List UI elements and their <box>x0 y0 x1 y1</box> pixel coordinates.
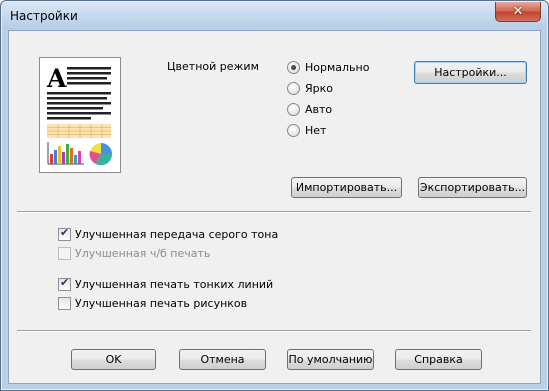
option-bw-print: Улучшенная ч/б печать <box>58 247 210 260</box>
radio-none-indicator[interactable] <box>287 124 300 137</box>
color-settings-button[interactable]: Настройки... <box>414 61 527 84</box>
import-button[interactable]: Импортировать... <box>291 177 402 198</box>
radio-vivid[interactable]: Ярко <box>287 82 333 95</box>
cancel-button[interactable]: Отмена <box>179 349 266 370</box>
svg-text:A: A <box>46 64 67 93</box>
color-mode-label: Цветной режим <box>167 60 259 73</box>
color-preview-image: A <box>39 57 121 173</box>
close-button[interactable]: ✕ <box>495 2 541 22</box>
title-bar[interactable]: Настройки ✕ <box>2 2 547 30</box>
separator-bottom <box>17 330 531 332</box>
radio-auto-indicator[interactable] <box>287 103 300 116</box>
separator-top <box>17 211 531 213</box>
option-thin-lines[interactable]: Улучшенная печать тонких линий <box>58 276 274 291</box>
settings-dialog: Настройки ✕ A Цветной режим Нормально Яр… <box>0 0 549 391</box>
close-icon: ✕ <box>512 4 524 19</box>
option-pictures[interactable]: Улучшенная печать рисунков <box>58 297 247 310</box>
help-button[interactable]: Справка <box>395 349 482 370</box>
radio-auto[interactable]: Авто <box>287 103 332 116</box>
export-button[interactable]: Экспортировать... <box>418 177 527 198</box>
default-button[interactable]: По умолчанию <box>287 349 374 370</box>
option-thin-lines-label: Улучшенная печать тонких линий <box>75 278 274 291</box>
document-preview-icon: A <box>46 64 113 166</box>
option-thin-lines-checkbox[interactable] <box>58 276 71 291</box>
option-pictures-checkbox[interactable] <box>58 297 71 310</box>
radio-normal[interactable]: Нормально <box>287 61 369 74</box>
option-bw-print-checkbox <box>58 247 71 260</box>
radio-none-label: Нет <box>305 124 327 137</box>
radio-vivid-indicator[interactable] <box>287 82 300 95</box>
dialog-body: A Цветной режим Нормально Ярко Авто Нет … <box>8 30 541 384</box>
ok-button[interactable]: OK <box>71 349 156 370</box>
option-pictures-label: Улучшенная печать рисунков <box>75 297 248 310</box>
option-gray-tone-checkbox[interactable] <box>58 226 71 241</box>
radio-auto-label: Авто <box>305 103 333 116</box>
window-title: Настройки <box>10 9 78 23</box>
radio-normal-label: Нормально <box>305 61 370 74</box>
radio-none[interactable]: Нет <box>287 124 326 137</box>
option-bw-print-label: Улучшенная ч/б печать <box>75 247 211 260</box>
radio-normal-indicator[interactable] <box>287 61 300 74</box>
option-gray-tone[interactable]: Улучшенная передача серого тона <box>58 226 279 241</box>
option-gray-tone-label: Улучшенная передача серого тона <box>75 228 279 241</box>
radio-vivid-label: Ярко <box>305 82 333 95</box>
